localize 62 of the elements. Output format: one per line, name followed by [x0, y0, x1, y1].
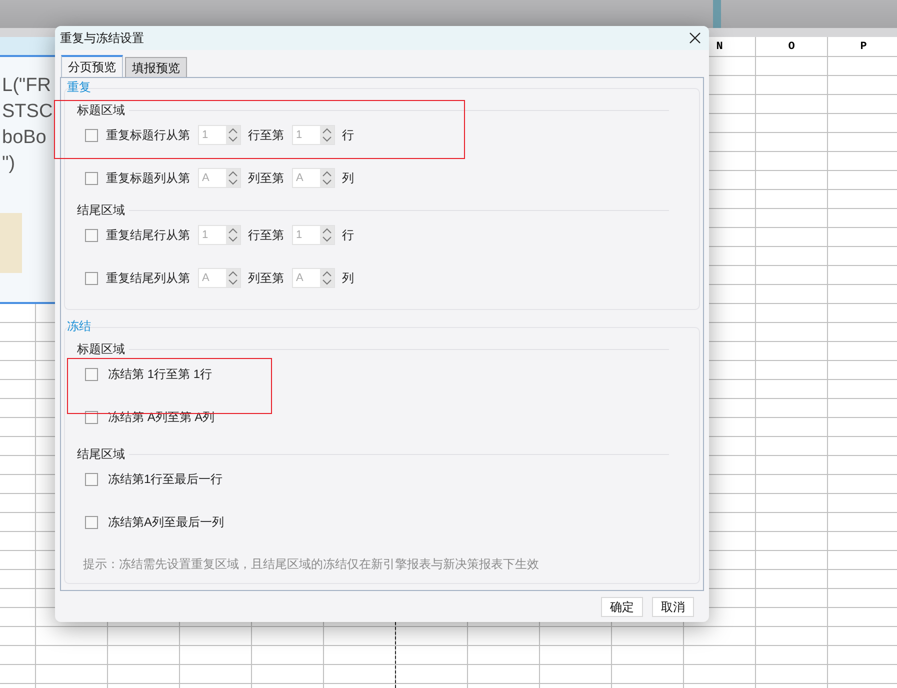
- stepper-icon: [320, 126, 334, 144]
- stepper-icon: [226, 169, 240, 187]
- subsection-title: 结尾区域: [77, 202, 125, 219]
- tab[interactable]: 填报预览: [125, 57, 187, 77]
- checkbox[interactable]: [85, 472, 98, 486]
- page-break-line: [395, 622, 396, 688]
- dialog-title: 重复与冻结设置: [60, 30, 145, 47]
- row-label: 行至第: [248, 127, 285, 144]
- spinner-field[interactable]: 1: [292, 125, 335, 145]
- dialog-button[interactable]: 确定: [601, 597, 643, 617]
- unit-label: 行: [342, 227, 354, 244]
- stepper-icon: [320, 226, 334, 244]
- spinner-field[interactable]: A: [292, 168, 335, 188]
- stepper-icon: [226, 226, 240, 244]
- checkbox[interactable]: [85, 410, 98, 424]
- row-label: 冻结第A列至最后一列: [108, 514, 224, 531]
- formula-text: "): [2, 152, 16, 176]
- checkbox[interactable]: [85, 128, 98, 142]
- formula-text: L("FR: [2, 74, 52, 98]
- row-label: 行至第: [248, 227, 285, 244]
- checkbox[interactable]: [85, 368, 98, 380]
- checkbox[interactable]: [85, 272, 98, 284]
- hint-text: 提示：冻结需先设置重复区域，且结尾区域的冻结仅在新引擎报表与新决策报表下生效: [82, 556, 540, 571]
- column-header: P: [860, 40, 867, 55]
- stepper-icon: [226, 126, 240, 144]
- spinner-field[interactable]: 1: [198, 225, 241, 245]
- unit-label: 行: [342, 127, 354, 144]
- unit-label: 列: [342, 170, 354, 187]
- unit-label: 列: [342, 270, 354, 287]
- subsection-title: 标题区域: [77, 341, 125, 358]
- row-label: 重复标题行从第: [106, 127, 190, 144]
- row-label: 列至第: [248, 270, 285, 287]
- formula-text: boBo: [2, 126, 48, 150]
- subsection-title: 标题区域: [77, 102, 125, 119]
- formula-text: STSC: [2, 100, 54, 124]
- row-label: 重复结尾列从第: [106, 270, 190, 287]
- subsection-title: 结尾区域: [77, 446, 125, 463]
- close-icon[interactable]: [689, 32, 701, 44]
- spinner-field[interactable]: 1: [198, 125, 241, 145]
- row-label: 重复标题列从第: [106, 170, 190, 187]
- cell-fill: [0, 213, 22, 273]
- scroll-marker: [713, 0, 721, 28]
- section-title: 重复: [66, 80, 92, 94]
- row-label: 冻结第1行至最后一行: [108, 471, 223, 488]
- row-label: 列至第: [248, 170, 285, 187]
- tab[interactable]: 分页预览: [61, 55, 123, 77]
- column-header: N: [716, 40, 723, 55]
- spinner-field[interactable]: A: [198, 268, 241, 288]
- spinner-field[interactable]: A: [292, 268, 335, 288]
- dialog-button[interactable]: 取消: [652, 597, 694, 617]
- spinner-field[interactable]: A: [198, 168, 241, 188]
- checkbox[interactable]: [85, 172, 98, 184]
- stepper-icon: [320, 269, 334, 287]
- stepper-icon: [226, 269, 240, 287]
- stepper-icon: [320, 169, 334, 187]
- column-header: O: [788, 40, 795, 55]
- row-label: 冻结第 1行至第 1行: [108, 366, 212, 383]
- row-label: 重复结尾行从第: [106, 227, 190, 244]
- checkbox[interactable]: [85, 228, 98, 242]
- spinner-field[interactable]: 1: [292, 225, 335, 245]
- checkbox[interactable]: [85, 516, 98, 528]
- section-title: 冻结: [66, 319, 92, 333]
